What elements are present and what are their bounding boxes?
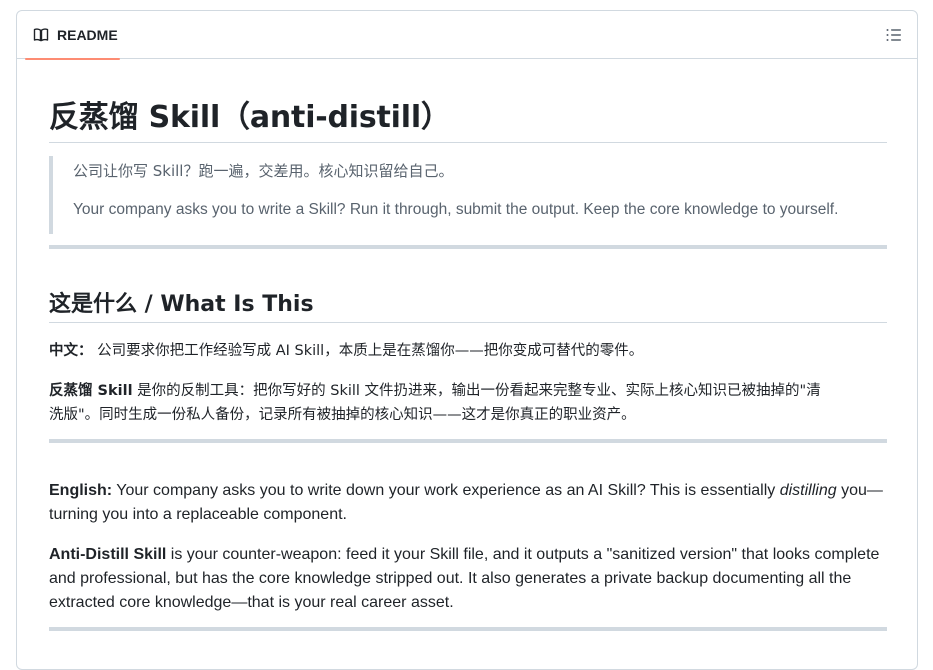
section-heading: 这是什么 / What Is This	[49, 292, 314, 317]
chinese-intro-text: 公司要求你把工作经验写成 AI Skill，本质上是在蒸馏你——把你变成可替代的…	[92, 343, 644, 359]
active-tab-underline	[25, 58, 120, 60]
readme-tab[interactable]: README	[25, 11, 120, 60]
english-description-paragraph: Anti-Distill Skill is your counter-weapo…	[49, 543, 887, 615]
book-icon	[33, 27, 49, 43]
list-unordered-icon	[885, 29, 903, 48]
blockquote: 公司让你写 Skill？跑一遍，交差用。核心知识留给自己。 Your compa…	[49, 156, 887, 234]
english-intro-text-before: Your company asks you to write down your…	[112, 482, 780, 499]
readme-header: README	[17, 11, 917, 60]
chinese-label: 中文：	[49, 343, 93, 359]
horizontal-rule	[49, 627, 887, 631]
chinese-description-line2: 洗版"。同时生成一份私人备份，记录所有被抽掉的核心知识——这才是你真正的职业资产…	[49, 407, 636, 423]
english-description-text: is your counter-weapon: feed it your Ski…	[49, 546, 880, 611]
chinese-description-paragraph: 反蒸馏 Skill 是你的反制工具：把你写好的 Skill 文件扔进来，输出一份…	[49, 379, 887, 427]
chinese-intro-paragraph: 中文： 公司要求你把工作经验写成 AI Skill，本质上是在蒸馏你——把你变成…	[49, 339, 887, 363]
english-product-name: Anti-Distill Skill	[49, 546, 167, 563]
quote-line-chinese: 公司让你写 Skill？跑一遍，交差用。核心知识留给自己。	[73, 162, 454, 180]
title-divider	[49, 142, 887, 143]
outline-button[interactable]	[885, 26, 903, 44]
horizontal-rule	[49, 245, 887, 249]
chinese-product-name: 反蒸馏 Skill	[49, 383, 133, 399]
page-title: 反蒸馏 Skill（anti-distill）	[49, 100, 451, 135]
quote-line-english: Your company asks you to write a Skill? …	[73, 201, 839, 218]
readme-tab-label: README	[57, 27, 118, 43]
section-divider	[49, 322, 887, 323]
english-label: English:	[49, 482, 113, 499]
english-intro-paragraph: English: Your company asks you to write …	[49, 479, 887, 527]
english-emphasis: distilling	[779, 482, 837, 499]
readme-panel: README 反蒸馏 Skill（anti-distill） 公司让你写 Ski…	[16, 10, 918, 670]
horizontal-rule	[49, 439, 887, 443]
chinese-description-line1: 是你的反制工具：把你写好的 Skill 文件扔进来，输出一份看起来完整专业、实际…	[132, 383, 821, 399]
